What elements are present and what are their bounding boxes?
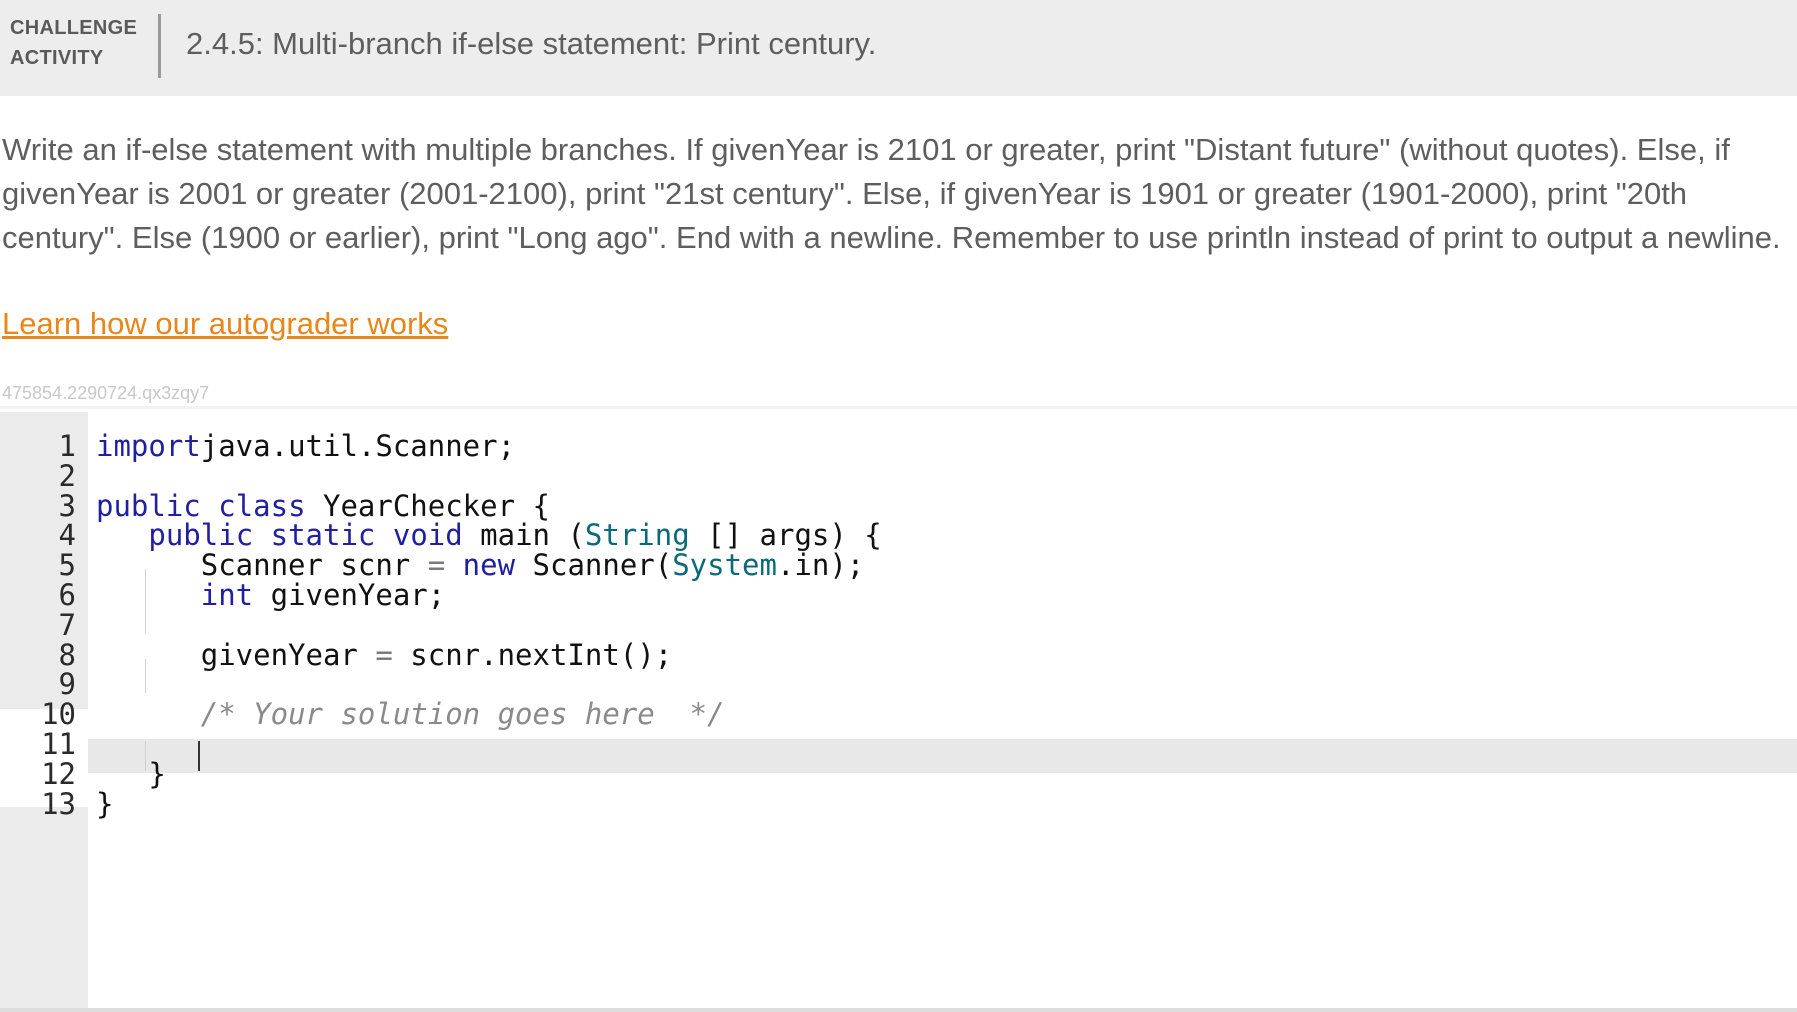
indent-guide xyxy=(145,569,146,603)
activity-title: 2.4.5: Multi-branch if-else statement: P… xyxy=(186,26,877,61)
code-token: new xyxy=(462,548,516,583)
code-editor[interactable]: 1 2 3 4 5 6 7 8 9 10 11 12 13 importjava.util.Scanne… xyxy=(0,406,1797,1012)
line-number: 13 xyxy=(41,786,76,821)
code-token: import xyxy=(96,429,201,463)
code-token: } xyxy=(96,786,114,821)
indent-guide xyxy=(145,659,146,693)
code-token: scnr.nextInt(); xyxy=(392,637,673,672)
editor-bottom-border xyxy=(0,1008,1797,1012)
code-line[interactable]: /* Your solution goes here */ xyxy=(96,697,725,731)
indent-guide xyxy=(145,599,146,633)
code-line[interactable]: importjava.util.Scanner; xyxy=(96,429,515,463)
challenge-activity-badge: CHALLENGE ACTIVITY xyxy=(10,13,137,73)
activity-id: 475854.2290724.qx3zqy7 xyxy=(2,383,210,403)
badge-line-2: ACTIVITY xyxy=(10,47,104,69)
code-token: Scanner( xyxy=(515,548,673,583)
code-line[interactable]: int givenYear; xyxy=(96,578,445,612)
code-token: System xyxy=(672,548,777,583)
code-token: = xyxy=(375,637,393,672)
badge-line-1: CHALLENGE xyxy=(10,17,138,39)
code-line[interactable]: givenYear = scnr.nextInt(); xyxy=(96,638,672,672)
indent-guide xyxy=(145,741,146,771)
header-divider xyxy=(158,14,161,78)
code-token: int xyxy=(200,578,254,612)
code-token: givenYear xyxy=(96,637,376,672)
text-cursor xyxy=(198,741,200,771)
code-token: .in); xyxy=(776,548,865,583)
code-token: givenYear; xyxy=(253,578,446,612)
code-line[interactable]: } xyxy=(96,787,113,821)
code-comment: /* Your solution goes here */ xyxy=(200,697,725,732)
active-line-highlight xyxy=(88,739,1797,773)
challenge-header: CHALLENGE ACTIVITY 2.4.5: Multi-branch i… xyxy=(0,0,1797,96)
code-token: java.util.Scanner; xyxy=(200,429,516,463)
activity-description: Write an if-else statement with multiple… xyxy=(2,132,1781,255)
learn-autograder-link[interactable]: Learn how our autograder works xyxy=(2,306,448,342)
